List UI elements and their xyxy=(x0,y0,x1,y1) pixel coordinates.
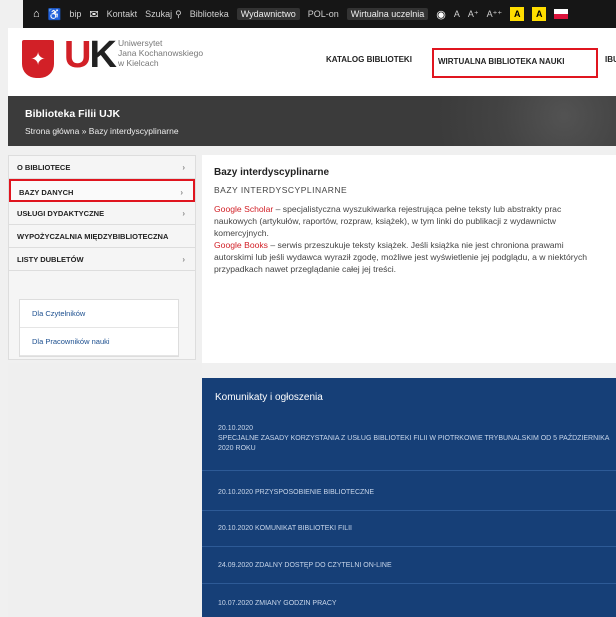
divider xyxy=(202,546,616,547)
nav-katalog-biblioteki[interactable]: KATALOG BIBLIOTEKI xyxy=(326,55,412,64)
chevron-right-icon: › xyxy=(182,163,185,172)
news-item[interactable]: 20.10.2020 SPECJALNE ZASADY KORZYSTANIA … xyxy=(218,424,616,454)
news-text: ZDALNY DOSTĘP DO CZYTELNI ON-LINE xyxy=(255,562,392,569)
news-date: 20.10.2020 xyxy=(218,525,254,532)
sidebar-item-label: BAZY DANYCH xyxy=(19,188,74,197)
university-name-line-1: Uniwersytet xyxy=(118,38,163,48)
font-size-normal[interactable]: A xyxy=(454,9,460,19)
ujk-logo[interactable]: UK xyxy=(64,34,117,77)
university-name-line-3: w Kielcach xyxy=(118,58,159,68)
university-name: Uniwersytet Jana Kochanowskiego w Kielca… xyxy=(118,38,203,68)
search-label: Szukaj xyxy=(145,9,173,19)
contrast-button-2[interactable]: A xyxy=(532,7,547,21)
sidebar-menu: O BIBLIOTECE › BAZY DANYCH › USŁUGI DYDA… xyxy=(8,155,196,360)
sidebar-item-label: USŁUGI DYDAKTYCZNE xyxy=(17,209,105,218)
google-books-link[interactable]: Google Books xyxy=(214,240,268,250)
sidebar-item-uslugi-dydaktyczne[interactable]: USŁUGI DYDAKTYCZNE › xyxy=(9,202,195,225)
chevron-right-icon: › xyxy=(182,209,185,218)
sidebar-item-wypozyczalnia[interactable]: WYPOŻYCZALNIA MIĘDZYBIBLIOTECZNA xyxy=(9,225,195,248)
news-item[interactable]: 20.10.2020 PRZYSPOSOBIENIE BIBLIOTECZNE xyxy=(218,488,616,498)
sidebar-item-listy-dubletow[interactable]: LISTY DUBLETÓW › xyxy=(9,248,195,271)
news-text: ZMIANY GODZIN PRACY xyxy=(255,600,337,607)
news-text: KOMUNIKAT BIBLIOTEKI FILII xyxy=(255,525,352,532)
breadcrumb[interactable]: Strona główna » Bazy interdyscyplinarne xyxy=(25,126,179,136)
polish-flag-icon[interactable] xyxy=(554,9,569,19)
page-banner: Biblioteka Filii UJK Strona główna » Baz… xyxy=(8,96,616,146)
font-size-xlarge[interactable]: A⁺⁺ xyxy=(487,9,503,20)
search-icon: ⚲ xyxy=(175,8,182,19)
search-link[interactable]: Szukaj ⚲ xyxy=(145,9,182,20)
polon-link[interactable]: POL-on xyxy=(308,9,339,19)
page: ⌂ ♿ bip ✉ Kontakt Szukaj ⚲ Biblioteka Wy… xyxy=(0,0,616,617)
divider xyxy=(202,510,616,511)
top-utility-bar: ⌂ ♿ bip ✉ Kontakt Szukaj ⚲ Biblioteka Wy… xyxy=(23,0,616,28)
announcements-panel: Komunikaty i ogłoszenia 20.10.2020 SPECJ… xyxy=(202,378,616,617)
news-item[interactable]: 10.07.2020 ZMIANY GODZIN PRACY xyxy=(218,599,616,609)
news-date: 20.10.2020 xyxy=(218,489,254,496)
contrast-button-1[interactable]: A xyxy=(510,7,525,21)
news-date: 24.09.2020 xyxy=(218,562,254,569)
wydawnictwo-link[interactable]: Wydawnictwo xyxy=(236,8,300,20)
wirtualna-uczelnia-link[interactable]: Wirtualna uczelnia xyxy=(346,8,429,20)
books-description: – serwis przeszukuje teksty książek. Jeś… xyxy=(214,240,588,274)
content-subtitle: BAZY INTERDYSCYPLINARNE xyxy=(214,185,348,195)
university-name-line-2: Jana Kochanowskiego xyxy=(118,48,204,58)
news-date: 10.07.2020 xyxy=(218,600,254,607)
chevron-right-icon: › xyxy=(182,255,185,264)
font-size-large[interactable]: A⁺ xyxy=(468,9,479,20)
site-header: ✦ UK Uniwersytet Jana Kochanowskiego w K… xyxy=(8,28,616,96)
bip-link[interactable]: bip xyxy=(69,9,81,19)
news-item[interactable]: 24.09.2020 ZDALNY DOSTĘP DO CZYTELNI ON-… xyxy=(218,561,616,571)
kontakt-link[interactable]: Kontakt xyxy=(107,9,138,19)
main-content: Bazy interdyscyplinarne BAZY INTERDYSCYP… xyxy=(202,155,616,363)
nav-wirtualna-biblioteka-nauki[interactable]: WIRTUALNA BIBLIOTEKA NAUKI xyxy=(432,48,598,78)
divider xyxy=(202,583,616,584)
divider xyxy=(202,470,616,471)
sidebar-background xyxy=(8,363,202,617)
biblioteka-link[interactable]: Biblioteka xyxy=(190,9,229,19)
home-icon[interactable]: ⌂ xyxy=(33,8,40,20)
banner-decoration xyxy=(356,96,616,146)
link-dla-pracownikow-nauki[interactable]: Dla Pracowników nauki xyxy=(20,328,178,356)
eye-icon[interactable]: ◉ xyxy=(436,8,446,21)
sidebar-link-box: Dla Czytelników Dla Pracowników nauki xyxy=(19,299,179,357)
scholar-paragraph: Google Scholar – specjalistyczna wyszuki… xyxy=(214,203,604,275)
sidebar-item-o-bibliotece[interactable]: O BIBLIOTECE › xyxy=(9,156,195,179)
google-scholar-link[interactable]: Google Scholar xyxy=(214,204,273,214)
mail-icon[interactable]: ✉ xyxy=(89,8,98,21)
news-text: SPECJALNE ZASADY KORZYSTANIA Z USŁUG BIB… xyxy=(218,435,610,452)
sidebar-item-bazy-danych[interactable]: BAZY DANYCH › xyxy=(9,179,195,202)
news-date: 20.10.2020 xyxy=(218,425,254,432)
accessibility-icon[interactable]: ♿ xyxy=(48,8,62,21)
sidebar-item-label: LISTY DUBLETÓW xyxy=(17,255,84,264)
eagle-emblem-icon[interactable]: ✦ xyxy=(22,40,54,78)
sidebar-item-label: WYPOŻYCZALNIA MIĘDZYBIBLIOTECZNA xyxy=(17,232,169,241)
news-text: PRZYSPOSOBIENIE BIBLIOTECZNE xyxy=(255,489,375,496)
news-item[interactable]: 20.10.2020 KOMUNIKAT BIBLIOTEKI FILII xyxy=(218,524,616,534)
sidebar-item-label: O BIBLIOTECE xyxy=(17,163,71,172)
link-dla-czytelnikow[interactable]: Dla Czytelników xyxy=(20,300,178,328)
content-title: Bazy interdyscyplinarne xyxy=(214,167,330,178)
page-title: Biblioteka Filii UJK xyxy=(25,108,121,120)
nav-ibuk[interactable]: IBUK xyxy=(605,55,616,64)
chevron-right-icon: › xyxy=(180,188,183,197)
announcements-title: Komunikaty i ogłoszenia xyxy=(215,392,323,403)
